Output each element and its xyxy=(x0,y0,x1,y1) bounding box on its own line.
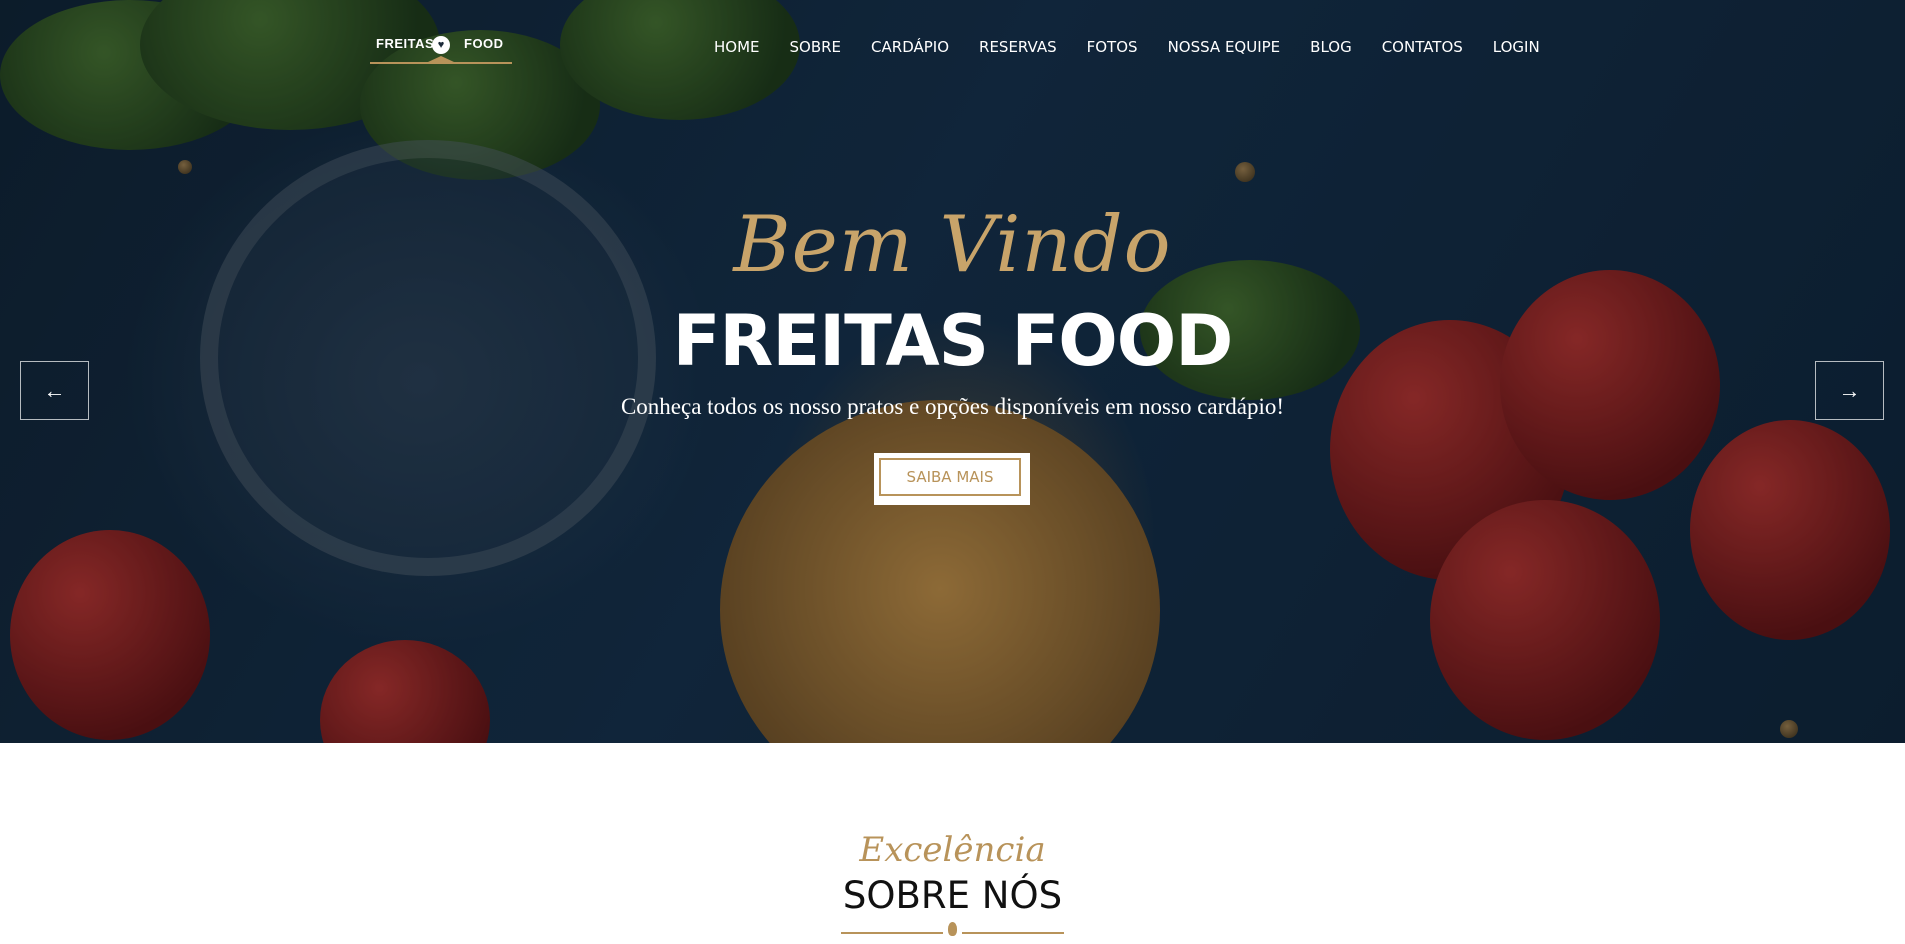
nav-sobre[interactable]: SOBRE xyxy=(790,38,842,56)
nav-nossa-equipe[interactable]: NOSSA EQUIPE xyxy=(1168,38,1281,56)
divider-right xyxy=(962,932,1064,934)
nav-login[interactable]: LOGIN xyxy=(1493,38,1540,56)
main-nav: HOME SOBRE CARDÁPIO RESERVAS FOTOS NOSSA… xyxy=(714,38,1570,56)
saiba-mais-button[interactable]: SAIBA MAIS xyxy=(879,458,1021,496)
logo-underline-mark xyxy=(428,56,454,62)
slider-prev-button[interactable]: ← xyxy=(20,361,89,420)
cloche-icon: ♥ xyxy=(432,36,450,54)
slider-next-button[interactable]: → xyxy=(1815,361,1884,420)
nav-blog[interactable]: BLOG xyxy=(1310,38,1352,56)
arrow-right-icon: → xyxy=(1838,377,1861,403)
about-subtitle: Excelência xyxy=(859,830,1046,870)
cta-frame: SAIBA MAIS xyxy=(874,453,1030,505)
nav-home[interactable]: HOME xyxy=(714,38,760,56)
divider-left xyxy=(841,932,943,934)
about-title: SOBRE NÓS xyxy=(842,874,1063,917)
arrow-left-icon: ← xyxy=(43,377,66,403)
hero-slider: FREITAS ♥ FOOD HOME SOBRE CARDÁPIO RESER… xyxy=(0,0,1905,743)
nav-cardapio[interactable]: CARDÁPIO xyxy=(871,38,949,56)
nav-fotos[interactable]: FOTOS xyxy=(1087,38,1138,56)
spoon-icon xyxy=(948,922,957,936)
site-logo[interactable]: FREITAS ♥ FOOD xyxy=(370,32,512,64)
hero-title: FREITAS FOOD xyxy=(672,300,1234,382)
nav-reservas[interactable]: RESERVAS xyxy=(979,38,1057,56)
hero-welcome: Bem Vindo xyxy=(733,200,1172,290)
logo-text-right: FOOD xyxy=(464,36,504,51)
hero-tagline: Conheça todos os nosso pratos e opções d… xyxy=(620,394,1285,419)
nav-contatos[interactable]: CONTATOS xyxy=(1382,38,1463,56)
logo-text-left: FREITAS xyxy=(376,36,435,51)
